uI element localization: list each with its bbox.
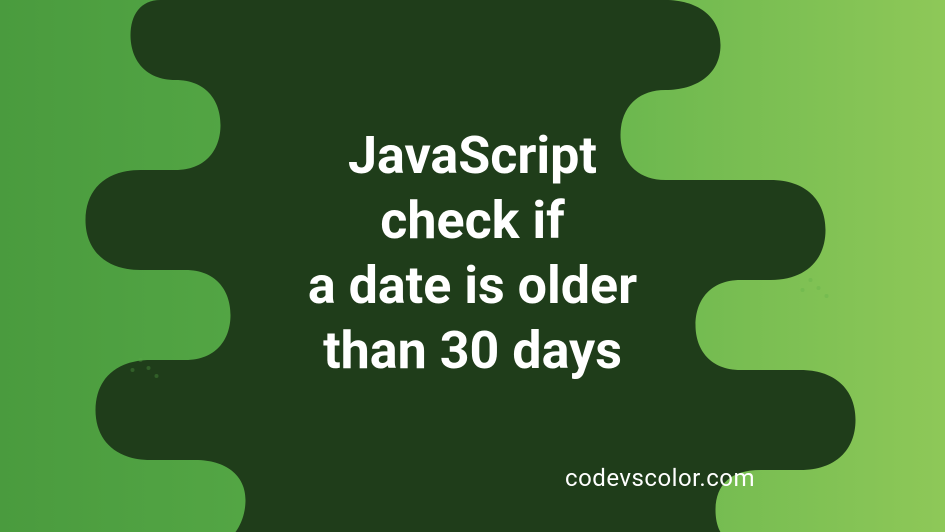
title-line-3: a date is older — [308, 253, 637, 318]
title-line-1: JavaScript — [308, 123, 637, 188]
title-line-2: check if — [308, 188, 637, 253]
banner-title: JavaScript check if a date is older than… — [308, 123, 637, 383]
banner-graphic: JavaScript check if a date is older than… — [0, 0, 945, 532]
title-line-4: than 30 days — [308, 318, 637, 383]
watermark-text: codevscolor.com — [565, 464, 755, 492]
